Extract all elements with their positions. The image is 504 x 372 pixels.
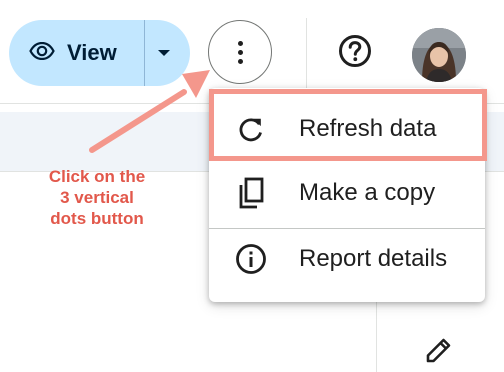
- help-icon: [338, 34, 372, 73]
- menu-item-report-details[interactable]: Report details: [209, 228, 485, 290]
- user-avatar: [412, 28, 466, 82]
- view-button[interactable]: View: [9, 20, 144, 86]
- annotation-line: dots button: [50, 209, 144, 228]
- copy-icon: [235, 177, 267, 209]
- more-options-menu: Refresh data Make a copy Report details: [209, 88, 485, 302]
- menu-item-label: Make a copy: [299, 179, 436, 206]
- annotation-line: Click on the: [48, 167, 146, 186]
- view-split-button: View: [9, 20, 190, 86]
- refresh-icon: [235, 113, 267, 145]
- menu-item-refresh-data[interactable]: Refresh data: [209, 98, 485, 160]
- side-panel-divider: [376, 296, 377, 372]
- menu-item-label: Report details: [299, 245, 448, 272]
- view-button-label: View: [67, 40, 117, 65]
- edit-button[interactable]: [422, 335, 456, 369]
- menu-item-label: Refresh data: [299, 115, 437, 142]
- menu-item-make-a-copy[interactable]: Make a copy: [209, 162, 485, 224]
- annotation-text: Click on the 3 vertical dots button: [22, 166, 172, 229]
- caret-down-icon: [157, 50, 170, 56]
- toolbar-divider: [306, 18, 307, 90]
- eye-icon: [29, 41, 55, 65]
- help-button[interactable]: [337, 34, 373, 73]
- info-icon: [235, 243, 267, 275]
- account-avatar[interactable]: [412, 28, 466, 82]
- annotation-line: 3 vertical: [60, 188, 134, 207]
- more-options-button[interactable]: [208, 20, 272, 84]
- view-dropdown-button[interactable]: [145, 20, 190, 86]
- pencil-icon: [424, 335, 454, 370]
- more-vert-icon: [237, 40, 243, 46]
